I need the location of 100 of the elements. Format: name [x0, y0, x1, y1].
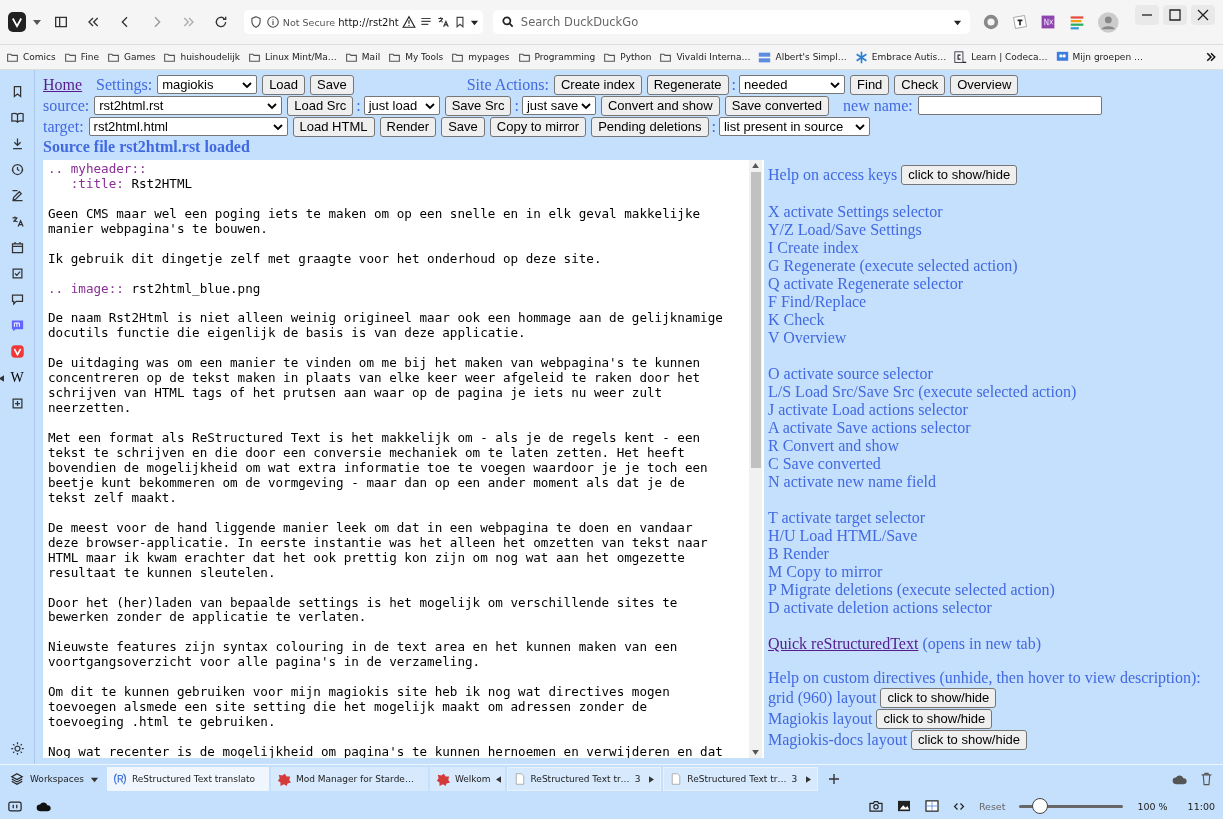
action-button[interactable]: Pending deletions	[591, 116, 709, 137]
quick-link[interactable]: Quick reStructuredText	[768, 635, 919, 653]
extension-icon[interactable]	[1040, 14, 1057, 30]
clock-icon[interactable]	[9, 162, 25, 177]
settings-icon[interactable]	[9, 741, 25, 756]
minimize-button[interactable]	[1135, 5, 1159, 25]
text-area[interactable]	[43, 160, 764, 758]
expand-arrow-icon[interactable]	[649, 775, 655, 783]
bookmark-item[interactable]: mypages	[451, 50, 510, 64]
action-button[interactable]: Check	[894, 74, 946, 95]
tiling-icon[interactable]	[924, 800, 939, 812]
camera-icon[interactable]	[868, 800, 883, 812]
home-link[interactable]: Home	[43, 75, 83, 94]
extension-icon[interactable]	[1012, 14, 1029, 30]
image-icon[interactable]	[896, 800, 911, 812]
bookmark-item[interactable]: Fine	[63, 50, 99, 64]
zoom-slider[interactable]	[1019, 798, 1124, 814]
browser-tab[interactable]: ReStructured Text translato	[106, 767, 269, 791]
action-button[interactable]: Load Src	[287, 95, 354, 116]
bookmark-item[interactable]: Linux Mint/Ma…	[247, 50, 337, 64]
bookmark-item[interactable]: Mijn groepen …	[1055, 50, 1143, 64]
dropdown[interactable]: rst2html.rst	[94, 96, 283, 115]
trash-icon[interactable]	[1200, 772, 1213, 786]
action-button[interactable]: Copy to mirror	[489, 116, 587, 137]
maximize-button[interactable]	[1163, 5, 1187, 25]
book-icon[interactable]	[9, 110, 25, 125]
checkbox-icon[interactable]	[9, 266, 25, 281]
colon-separator: :	[731, 75, 737, 94]
browser-tab[interactable]: ReStructured Text tr… 3	[506, 767, 662, 791]
action-button[interactable]: Save converted	[724, 95, 830, 116]
action-button[interactable]: Convert and show	[600, 95, 720, 116]
scroll-arrow-icon[interactable]	[495, 775, 501, 783]
zoom-reset-button[interactable]: Reset	[978, 800, 1006, 812]
action-button[interactable]: Save	[310, 74, 354, 95]
browser-tab[interactable]: Mod Manager for Starde…	[270, 767, 428, 791]
input-field[interactable]	[917, 96, 1102, 115]
bookmark-item[interactable]: Mail	[344, 50, 381, 64]
search-input[interactable]: Search DuckDuckGo	[518, 14, 950, 30]
browser-tab[interactable]: ReStructured Text tr… 3	[663, 767, 819, 791]
avatar-icon[interactable]	[1098, 10, 1119, 34]
code-icon[interactable]	[952, 800, 965, 812]
action-button[interactable]: Save	[441, 116, 485, 137]
toggle-button[interactable]: click to show/hide	[911, 729, 1027, 750]
address-bar[interactable]: Not Secure http://rst2ht	[243, 10, 483, 34]
bookmark-item[interactable]: Python	[603, 50, 652, 64]
action-button[interactable]: Render	[379, 116, 437, 137]
w-icon[interactable]: W	[10, 370, 24, 385]
bookmark-item[interactable]: huishoudelijk	[163, 50, 240, 64]
caret-icon[interactable]	[31, 17, 42, 27]
bookmark-item[interactable]: Albert's Simpl…	[758, 50, 847, 64]
dropdown[interactable]: list present in source	[718, 117, 870, 136]
dropdown[interactable]: just save	[521, 96, 596, 115]
warning-icon[interactable]	[401, 15, 416, 29]
pencil-icon[interactable]	[9, 188, 25, 203]
info-icon[interactable]	[265, 15, 280, 29]
add-icon[interactable]	[9, 396, 25, 411]
bookmark-item[interactable]: Programming	[517, 50, 596, 64]
action-button[interactable]: Load	[262, 74, 306, 95]
browser-tab[interactable]: Welkom	[429, 767, 505, 791]
chat-icon[interactable]	[9, 292, 25, 307]
chevron-icon[interactable]	[1205, 51, 1217, 63]
calendar-icon[interactable]	[9, 240, 25, 255]
action-button[interactable]: Overview	[950, 74, 1019, 95]
action-button[interactable]: Load HTML	[292, 116, 375, 137]
scrollbar[interactable]	[749, 160, 762, 758]
toggle-button[interactable]: click to show/hide	[880, 687, 997, 708]
browser-logo-icon[interactable]	[8, 12, 26, 32]
action-button[interactable]: Create index	[553, 74, 642, 95]
translate-icon[interactable]	[435, 15, 450, 29]
action-button[interactable]: Save Src	[444, 95, 512, 116]
dropdown[interactable]: magiokis	[157, 75, 258, 94]
new-tab-icon[interactable]	[828, 773, 841, 785]
dropdown[interactable]: just load	[363, 96, 440, 115]
toggle-button[interactable]: click to show/hide	[876, 708, 993, 729]
expand-arrow-icon[interactable]	[806, 775, 812, 783]
bookmark-item[interactable]: Comics	[6, 50, 56, 64]
scroll-down-icon[interactable]	[752, 750, 759, 755]
v-logo-icon[interactable]	[9, 344, 25, 359]
cloud-icon[interactable]	[36, 800, 52, 812]
collapse-arrow-icon[interactable]	[0, 375, 4, 382]
search-field[interactable]: Search DuckDuckGo	[492, 10, 971, 34]
bookmark-item[interactable]: Learn | Codeca…	[954, 50, 1048, 64]
dropdown[interactable]: rst2html.html	[88, 117, 288, 136]
dropdown[interactable]: needed	[739, 75, 846, 94]
bookmark-item[interactable]: Embrace Autis…	[854, 50, 947, 64]
scroll-up-icon[interactable]	[752, 163, 759, 168]
shield-icon[interactable]	[248, 15, 263, 29]
action-button[interactable]: Regenerate	[646, 74, 729, 95]
bookmark-item[interactable]: My Tools	[388, 50, 444, 64]
m-logo-icon[interactable]	[9, 318, 25, 333]
panel-toggle-icon[interactable]	[52, 14, 69, 30]
panel-toggle-icon[interactable]	[8, 800, 22, 812]
close-button[interactable]	[1191, 5, 1215, 25]
ring-icon[interactable]	[982, 13, 1001, 31]
close-icon	[1197, 9, 1209, 21]
bookmark-item[interactable]: Games	[106, 50, 156, 64]
toggle-button[interactable]: click to show/hide	[901, 164, 1018, 185]
workspaces-button[interactable]: Workspaces	[4, 767, 105, 791]
action-button[interactable]: Find	[850, 74, 890, 95]
bookmark-item[interactable]: Vivaldi Interna…	[659, 50, 751, 64]
